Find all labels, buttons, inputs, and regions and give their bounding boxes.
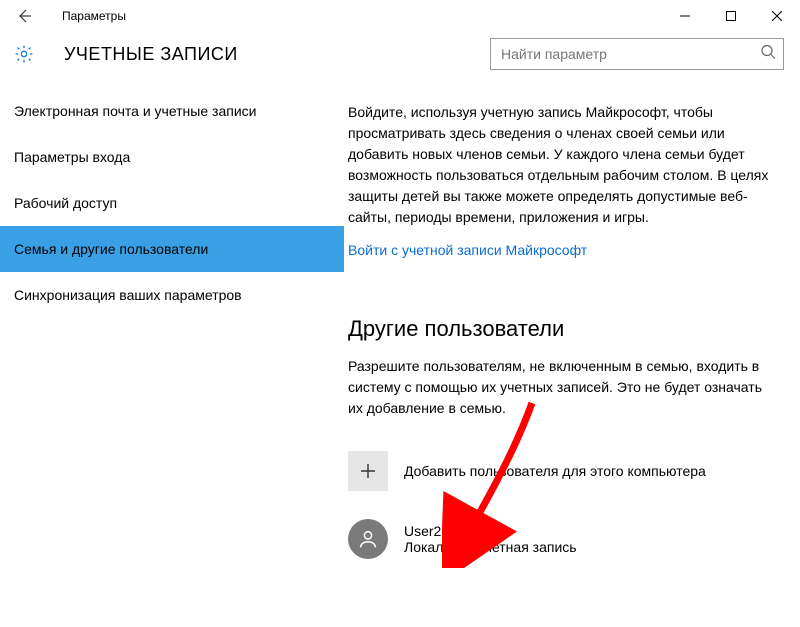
ms-signin-link[interactable]: Войти с учетной записи Майкрософт — [348, 242, 587, 258]
other-users-heading: Другие пользователи — [348, 316, 778, 342]
user-type: Локальная учетная запись — [404, 539, 577, 555]
user-info: User2 Локальная учетная запись — [404, 523, 577, 555]
titlebar: Параметры — [0, 0, 800, 32]
sidebar-item-signin-options[interactable]: Параметры входа — [0, 134, 344, 180]
sidebar: Электронная почта и учетные записи Парам… — [0, 88, 344, 627]
add-user-button[interactable]: Добавить пользователя для этого компьюте… — [348, 451, 778, 491]
sidebar-item-email-accounts[interactable]: Электронная почта и учетные записи — [0, 88, 344, 134]
user-row[interactable]: User2 Локальная учетная запись — [348, 519, 778, 559]
content-pane: Войдите, используя учетную запись Майкро… — [344, 88, 800, 627]
gear-icon — [14, 44, 34, 64]
avatar — [348, 519, 388, 559]
plus-icon — [348, 451, 388, 491]
search-input[interactable] — [490, 38, 784, 70]
sidebar-item-label: Семья и другие пользователи — [14, 241, 208, 257]
window-title: Параметры — [62, 9, 126, 23]
family-intro-text: Войдите, используя учетную запись Майкро… — [348, 102, 778, 228]
window-controls — [662, 0, 800, 32]
user-name: User2 — [404, 523, 577, 539]
page-header: УЧЕТНЫЕ ЗАПИСИ — [0, 32, 800, 88]
close-button[interactable] — [754, 0, 800, 32]
search-box[interactable] — [490, 38, 784, 70]
other-users-subtext: Разрешите пользователям, не включенным в… — [348, 356, 778, 419]
back-button[interactable] — [10, 2, 38, 30]
page-title: УЧЕТНЫЕ ЗАПИСИ — [64, 44, 238, 65]
minimize-button[interactable] — [662, 0, 708, 32]
sidebar-item-label: Параметры входа — [14, 149, 130, 165]
sidebar-item-label: Синхронизация ваших параметров — [14, 287, 242, 303]
sidebar-item-label: Электронная почта и учетные записи — [14, 103, 256, 119]
sidebar-item-label: Рабочий доступ — [14, 195, 117, 211]
sidebar-item-sync-settings[interactable]: Синхронизация ваших параметров — [0, 272, 344, 318]
add-user-label: Добавить пользователя для этого компьюте… — [404, 463, 706, 479]
sidebar-item-work-access[interactable]: Рабочий доступ — [0, 180, 344, 226]
maximize-button[interactable] — [708, 0, 754, 32]
search-icon — [760, 44, 776, 65]
sidebar-item-family-other-users[interactable]: Семья и другие пользователи — [0, 226, 344, 272]
